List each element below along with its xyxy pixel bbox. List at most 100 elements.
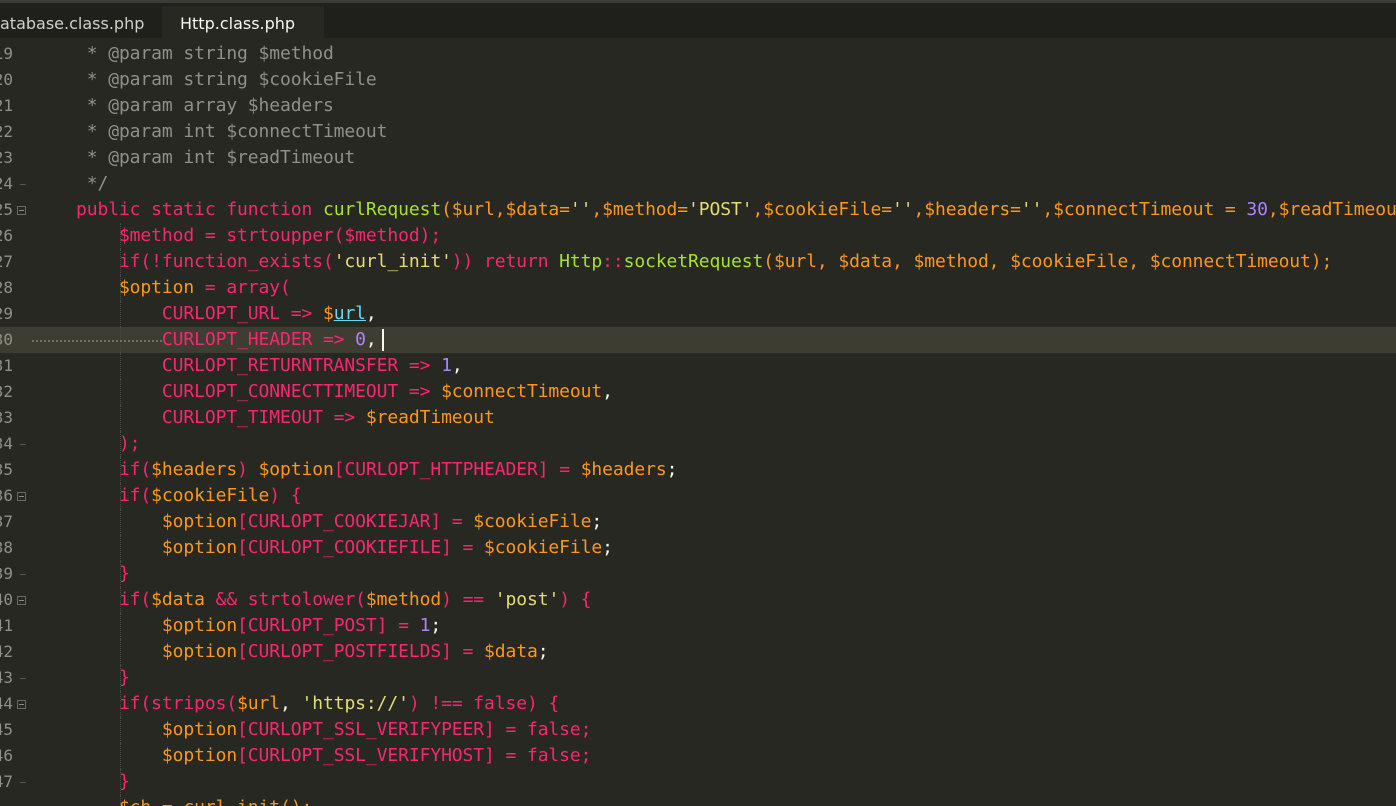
- code-token: $option: [76, 511, 238, 532]
- code-token: $method = strtoupper($method);: [76, 225, 442, 246]
- code-line[interactable]: 25 public static function curlRequest($ur…: [0, 197, 1396, 223]
- code-token: 'https://': [301, 693, 409, 714]
- code-text: if(stripos($url, 'https://') !== false) …: [76, 691, 559, 717]
- code-line[interactable]: 29 CURLOPT_URL => $url,: [0, 301, 1396, 327]
- code-text: }: [76, 769, 130, 795]
- line-number: 30: [0, 330, 13, 349]
- code-token: $connectTimeout: [441, 381, 603, 402]
- code-token: curlRequest: [322, 199, 442, 220]
- code-line[interactable]: 24 */: [0, 171, 1396, 197]
- code-token: 1: [419, 615, 431, 636]
- code-text: );: [76, 431, 141, 457]
- code-token: * @param string $method: [76, 43, 334, 64]
- code-line[interactable]: 36 if($cookieFile) {: [0, 483, 1396, 509]
- code-token: ,: [451, 355, 463, 376]
- code-line[interactable]: 46 $option[CURLOPT_SSL_VERIFYHOST] = fal…: [0, 743, 1396, 769]
- tab-bar: atabase.class.php Http.class.php: [0, 0, 1396, 41]
- code-text: $option[CURLOPT_POSTFIELDS] = $data;: [76, 639, 549, 665]
- code-token: public static function: [76, 199, 323, 220]
- code-token: 'POST': [688, 199, 753, 220]
- code-token: ,: [365, 329, 377, 350]
- line-number: 39: [0, 564, 13, 583]
- code-line[interactable]: 26 $method = strtoupper($method);: [0, 223, 1396, 249]
- code-line[interactable]: 42 $option[CURLOPT_POSTFIELDS] = $data;: [0, 639, 1396, 665]
- code-line[interactable]: $ch = curl_init();: [0, 795, 1396, 806]
- code-line[interactable]: 45 $option[CURLOPT_SSL_VERIFYPEER] = fal…: [0, 717, 1396, 743]
- code-text: $option[CURLOPT_SSL_VERIFYHOST] = false;: [76, 743, 592, 769]
- code-token: ,$method=: [591, 199, 689, 220]
- code-text: * @param string $cookieFile: [76, 67, 377, 93]
- code-token: );: [76, 433, 141, 454]
- code-token: $ch = curl_init();: [76, 797, 312, 806]
- code-line[interactable]: 34 );: [0, 431, 1396, 457]
- code-line[interactable]: 38 $option[CURLOPT_COOKIEFILE] = $cookie…: [0, 535, 1396, 561]
- code-token: ;: [666, 459, 678, 480]
- code-text: $ch = curl_init();: [76, 795, 312, 806]
- line-number: 37: [0, 512, 13, 531]
- code-token: $option: [76, 641, 238, 662]
- code-token: $data: [484, 641, 538, 662]
- code-line[interactable]: 20 * @param string $cookieFile: [0, 67, 1396, 93]
- code-line[interactable]: 44 if(stripos($url, 'https://') !== fals…: [0, 691, 1396, 717]
- code-token: $readTimeout: [365, 407, 495, 428]
- code-token: $url: [237, 693, 281, 714]
- code-token: )) return: [451, 251, 560, 272]
- code-token: ;: [537, 641, 549, 662]
- code-line[interactable]: 39 }: [0, 561, 1396, 587]
- code-text: public static function curlRequest($url,…: [76, 197, 1396, 223]
- code-token: $: [322, 303, 334, 324]
- code-line[interactable]: 31 CURLOPT_RETURNTRANSFER => 1,: [0, 353, 1396, 379]
- code-token: && strtolower(: [204, 589, 366, 610]
- tab-http-class[interactable]: Http.class.php: [162, 6, 324, 41]
- code-text: if(!function_exists('curl_init')) return…: [76, 249, 1332, 275]
- code-text: CURLOPT_TIMEOUT => $readTimeout: [76, 405, 495, 431]
- code-line[interactable]: 21 * @param array $headers: [0, 93, 1396, 119]
- line-number: 21: [0, 96, 13, 115]
- line-number: 23: [0, 148, 13, 167]
- code-line[interactable]: 30 CURLOPT_HEADER => 0,: [0, 327, 1396, 353]
- code-text: CURLOPT_RETURNTRANSFER => 1,: [76, 353, 463, 379]
- code-token: if(: [76, 485, 152, 506]
- code-token: '': [1020, 199, 1043, 220]
- code-line[interactable]: 33 CURLOPT_TIMEOUT => $readTimeout: [0, 405, 1396, 431]
- code-token: [CURLOPT_POSTFIELDS] =: [237, 641, 485, 662]
- code-line[interactable]: 43 }: [0, 665, 1396, 691]
- code-token: [CURLOPT_HTTPHEADER] =: [333, 459, 581, 480]
- fold-toggle-icon[interactable]: [17, 206, 26, 215]
- line-number: 41: [0, 616, 13, 635]
- code-token: $option: [258, 459, 334, 480]
- fold-toggle-icon[interactable]: [17, 596, 26, 605]
- code-token: ,$headers=: [913, 199, 1021, 220]
- code-line[interactable]: 35 if($headers) $option[CURLOPT_HTTPHEAD…: [0, 457, 1396, 483]
- line-number: 43: [0, 668, 13, 687]
- code-token: ,$cookieFile=: [752, 199, 893, 220]
- fold-end-marker-icon: [20, 574, 26, 575]
- code-line[interactable]: 32 CURLOPT_CONNECTTIMEOUT => $connectTim…: [0, 379, 1396, 405]
- code-token: $option: [76, 277, 195, 298]
- code-line[interactable]: 47 }: [0, 769, 1396, 795]
- code-token: $cookieFile: [473, 511, 592, 532]
- fold-toggle-icon[interactable]: [17, 492, 26, 501]
- code-line[interactable]: 41 $option[CURLOPT_POST] = 1;: [0, 613, 1396, 639]
- code-text: * @param string $method: [76, 41, 334, 67]
- code-text: CURLOPT_CONNECTTIMEOUT => $connectTimeou…: [76, 379, 613, 405]
- code-token: ;: [591, 511, 603, 532]
- code-line[interactable]: 37 $option[CURLOPT_COOKIEJAR] = $cookieF…: [0, 509, 1396, 535]
- code-line[interactable]: 40 if($data && strtolower($method) == 'p…: [0, 587, 1396, 613]
- code-line[interactable]: 19 * @param string $method: [0, 41, 1396, 67]
- code-token: * @param int $connectTimeout: [76, 121, 388, 142]
- fold-toggle-icon[interactable]: [17, 700, 26, 709]
- code-line[interactable]: 23 * @param int $readTimeout: [0, 145, 1396, 171]
- code-line[interactable]: 27 if(!function_exists('curl_init')) ret…: [0, 249, 1396, 275]
- code-line[interactable]: 28 $option = array(: [0, 275, 1396, 301]
- code-editor[interactable]: 19 * @param string $method20 * @param st…: [0, 38, 1396, 806]
- line-number: 32: [0, 382, 13, 401]
- code-line[interactable]: 22 * @param int $connectTimeout: [0, 119, 1396, 145]
- line-number: 31: [0, 356, 13, 375]
- line-number: 42: [0, 642, 13, 661]
- code-token: ,$connectTimeout =: [1042, 199, 1247, 220]
- code-text: * @param int $connectTimeout: [76, 119, 388, 145]
- line-number: 25: [0, 200, 13, 219]
- code-token: ($url,$data=: [441, 199, 570, 220]
- tab-database-class[interactable]: atabase.class.php: [0, 6, 162, 41]
